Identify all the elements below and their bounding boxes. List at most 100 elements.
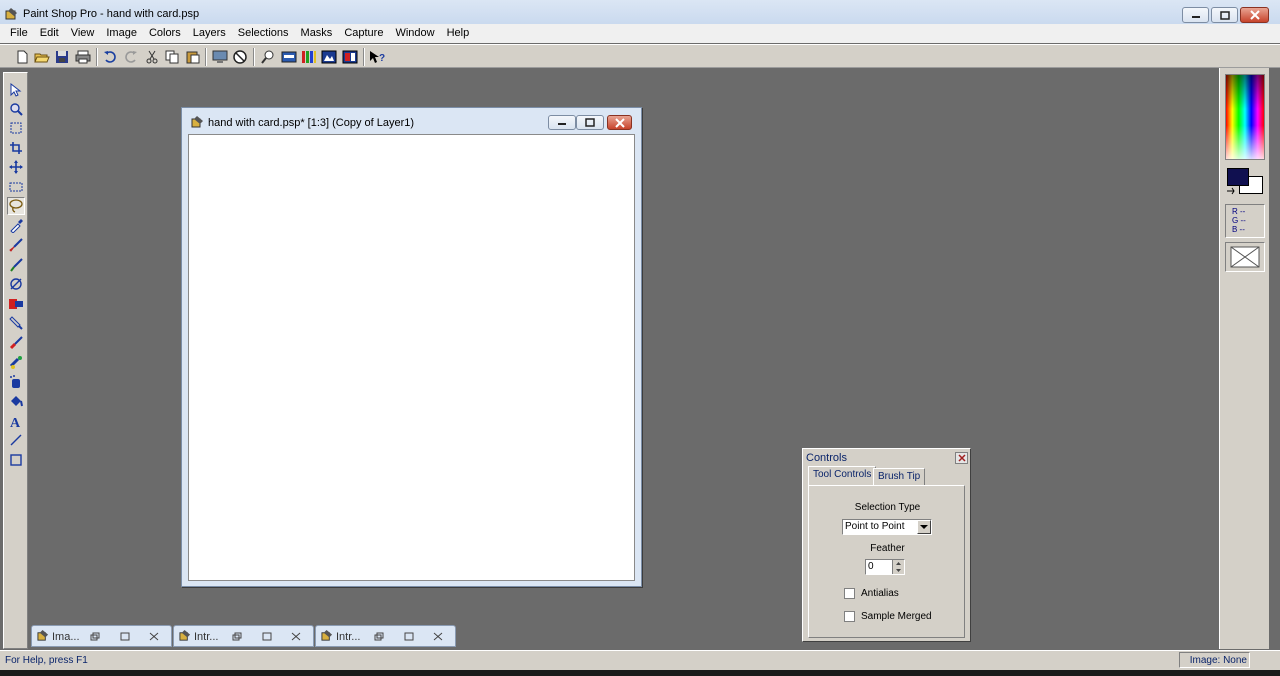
menu-masks[interactable]: Masks: [295, 24, 339, 43]
airbrush-tool[interactable]: [7, 373, 25, 391]
flood-fill-tool[interactable]: [7, 392, 25, 410]
tab-tool-controls[interactable]: Tool Controls: [808, 466, 877, 486]
monitor-icon: [212, 50, 228, 63]
histogram-button[interactable]: [300, 48, 318, 66]
undo-button[interactable]: [101, 48, 119, 66]
image-restore-button[interactable]: [576, 115, 604, 130]
clone-brush-tool[interactable]: [7, 256, 25, 274]
shape-tool-icon: [10, 454, 22, 466]
menu-help[interactable]: Help: [441, 24, 476, 43]
cut-button[interactable]: [143, 48, 161, 66]
layer-palette-button[interactable]: [320, 48, 338, 66]
paintbrush-tool[interactable]: [7, 236, 25, 254]
menu-image[interactable]: Image: [100, 24, 143, 43]
app-minimize-button[interactable]: [1182, 7, 1209, 23]
close-button[interactable]: [288, 630, 304, 643]
picture-tube-tool[interactable]: [7, 353, 25, 371]
tool-controls-panel: Selection Type Point to Point Feather 0 …: [808, 485, 965, 638]
menu-capture[interactable]: Capture: [338, 24, 389, 43]
menu-window[interactable]: Window: [389, 24, 440, 43]
restore-button[interactable]: [87, 630, 103, 643]
controls-title-bar[interactable]: Controls: [804, 450, 969, 466]
color-spectrum[interactable]: [1225, 74, 1265, 160]
crop-tool[interactable]: [7, 139, 25, 157]
selection-tool[interactable]: [7, 178, 25, 196]
feather-input[interactable]: 0: [865, 559, 905, 575]
close-button[interactable]: [430, 630, 446, 643]
maximize-button[interactable]: [401, 630, 417, 643]
shape-tool[interactable]: [7, 451, 25, 469]
menu-bar: File Edit View Image Colors Layers Selec…: [0, 24, 1280, 43]
app-maximize-button[interactable]: [1211, 7, 1238, 23]
tool-palette: A: [3, 72, 28, 649]
new-button[interactable]: [13, 48, 31, 66]
scratch-remover-tool[interactable]: [7, 314, 25, 332]
paste-icon: [186, 51, 200, 64]
image-canvas[interactable]: [188, 134, 635, 581]
controls-close-button[interactable]: [955, 452, 968, 464]
menu-file[interactable]: File: [4, 24, 34, 43]
redo-button[interactable]: [122, 48, 140, 66]
text-tool-icon: A: [10, 416, 21, 428]
swap-colors-icon[interactable]: [1226, 187, 1236, 195]
minimized-window[interactable]: Intr...: [315, 625, 456, 647]
image-close-button[interactable]: [607, 115, 632, 130]
flood-fill-tool-icon: [11, 396, 23, 407]
eraser-tool[interactable]: [7, 334, 25, 352]
mover-tool[interactable]: [7, 158, 25, 176]
arrow-tool[interactable]: [7, 81, 25, 99]
menu-edit[interactable]: Edit: [34, 24, 65, 43]
stop-button[interactable]: [231, 48, 249, 66]
menu-selections[interactable]: Selections: [232, 24, 295, 43]
retouch-tool-icon: [9, 299, 23, 309]
close-button[interactable]: [146, 630, 162, 643]
minimized-window[interactable]: Ima...: [31, 625, 172, 647]
restore-icon: [232, 632, 242, 641]
document-icon: [37, 630, 49, 641]
selection-type-dropdown[interactable]: Point to Point: [842, 519, 932, 535]
antialias-checkbox[interactable]: [844, 588, 855, 599]
maximize-button[interactable]: [259, 630, 275, 643]
context-help-button[interactable]: ?: [368, 48, 386, 66]
dropdown-button[interactable]: [917, 520, 931, 534]
color-palette-button[interactable]: [341, 48, 359, 66]
app-close-button[interactable]: [1240, 7, 1269, 23]
tab-brush-tip[interactable]: Brush Tip: [873, 468, 926, 486]
overview-button[interactable]: [280, 48, 298, 66]
document-icon: [191, 116, 203, 128]
menu-colors[interactable]: Colors: [143, 24, 187, 43]
save-button[interactable]: [53, 48, 71, 66]
restore-button[interactable]: [229, 630, 245, 643]
document-icon: [321, 630, 333, 641]
status-help-text: For Help, press F1: [5, 655, 88, 666]
spinner-arrows-icon: [896, 562, 901, 572]
dropper-tool[interactable]: [7, 217, 25, 235]
maximize-button[interactable]: [117, 630, 133, 643]
copy-button[interactable]: [163, 48, 181, 66]
zoom-button[interactable]: [259, 48, 277, 66]
menu-layers[interactable]: Layers: [187, 24, 232, 43]
feather-spinner[interactable]: [892, 560, 904, 574]
text-tool[interactable]: A: [7, 412, 25, 430]
sample-merged-checkbox[interactable]: [844, 611, 855, 622]
full-screen-preview-button[interactable]: [211, 48, 229, 66]
restore-icon: [374, 632, 384, 641]
print-button[interactable]: [74, 48, 92, 66]
minimized-window[interactable]: Intr...: [173, 625, 314, 647]
paste-button[interactable]: [184, 48, 202, 66]
draw-tool[interactable]: [7, 431, 25, 449]
layer-icon: [321, 50, 337, 64]
menu-view[interactable]: View: [65, 24, 101, 43]
restore-icon: [1219, 10, 1230, 20]
deform-tool[interactable]: [7, 119, 25, 137]
zoom-tool[interactable]: [7, 100, 25, 118]
image-minimize-button[interactable]: [548, 115, 576, 130]
open-button[interactable]: [33, 48, 51, 66]
restore-button[interactable]: [371, 630, 387, 643]
redo-icon: [125, 51, 137, 63]
freehand-tool[interactable]: [7, 197, 25, 215]
style-preview[interactable]: [1225, 242, 1265, 272]
retouch-tool[interactable]: [7, 295, 25, 313]
foreground-color-swatch[interactable]: [1227, 168, 1249, 186]
color-replacer-tool[interactable]: [7, 275, 25, 293]
